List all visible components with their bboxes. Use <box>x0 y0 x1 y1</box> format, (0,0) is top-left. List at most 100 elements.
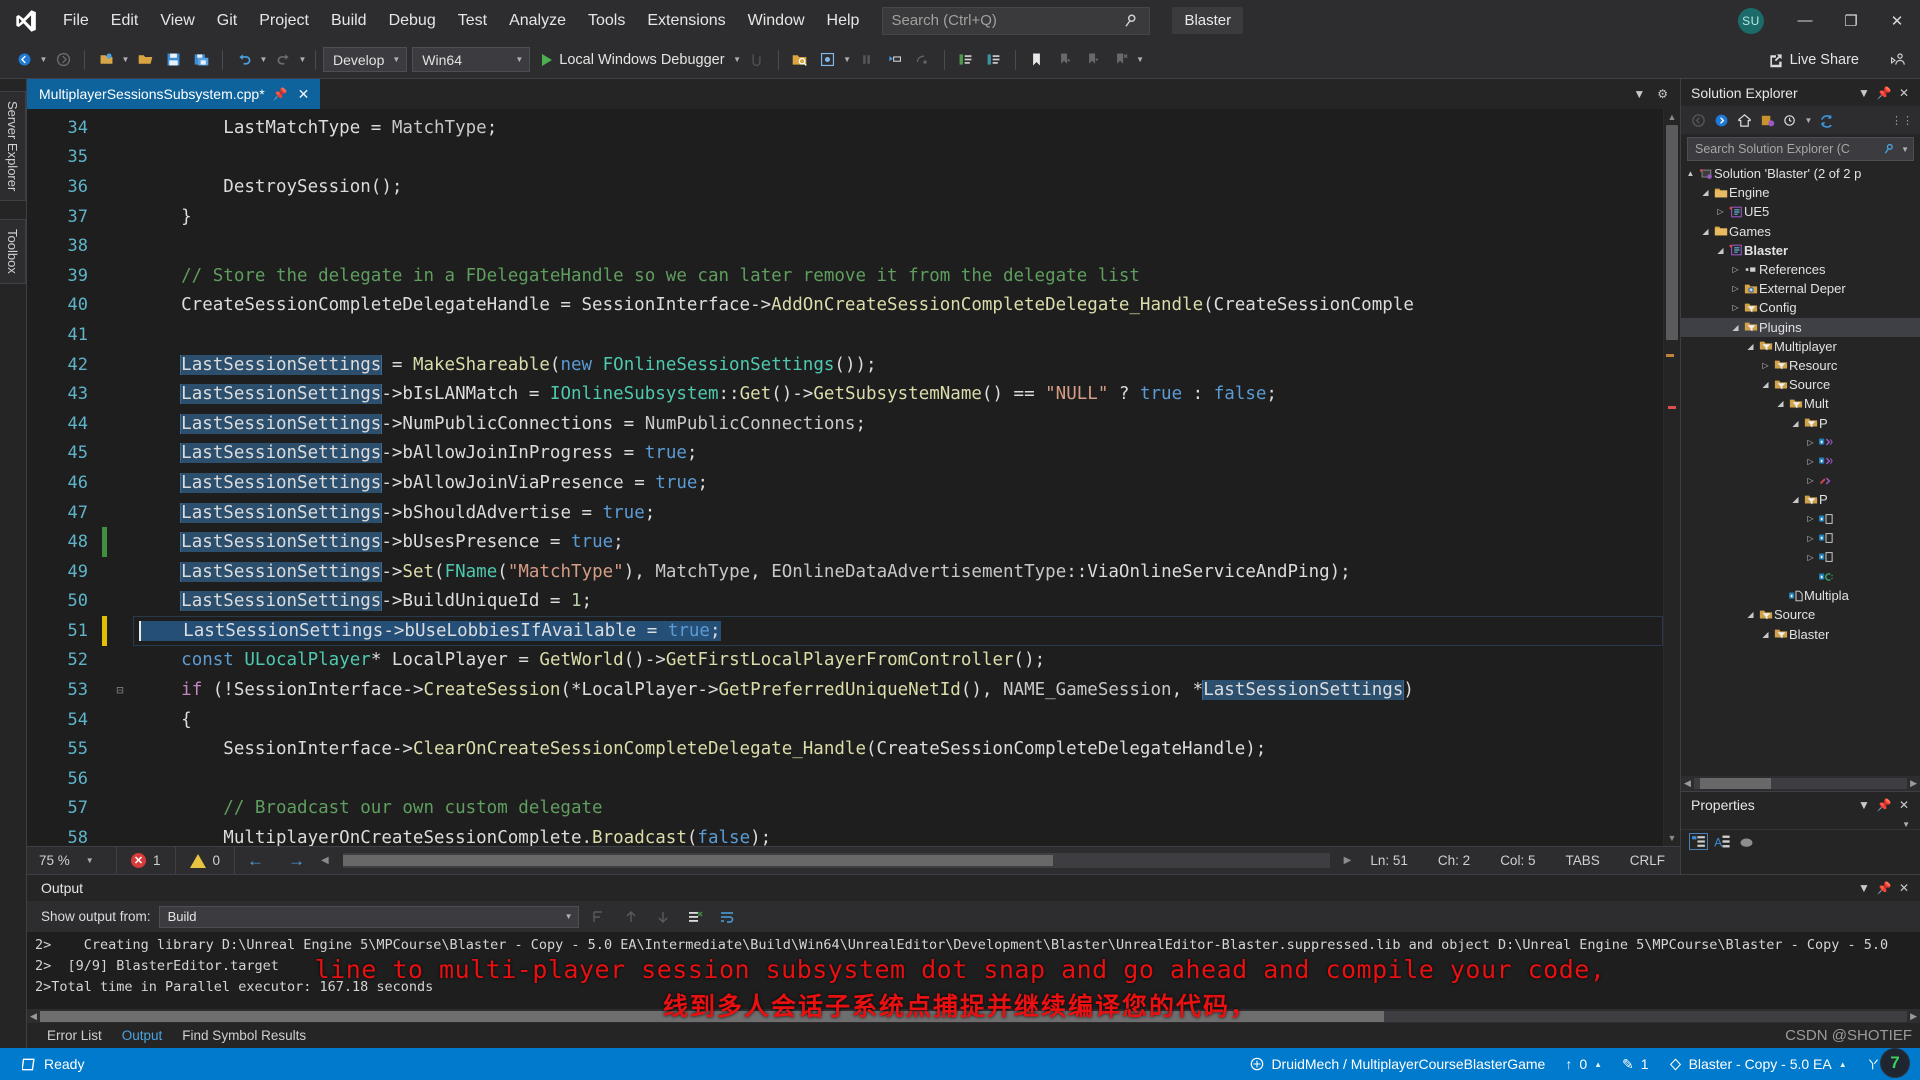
tree-node[interactable]: ◢Blaster <box>1681 625 1920 644</box>
expander-collapsed-icon[interactable]: ▷ <box>1759 361 1772 370</box>
tree-node[interactable]: ▷ <box>1681 471 1920 490</box>
expander-collapsed-icon[interactable]: ▷ <box>1804 457 1817 466</box>
editor-settings-gear-icon[interactable]: ⚙ <box>1657 87 1668 101</box>
expander-collapsed-icon[interactable]: ▷ <box>1804 438 1817 447</box>
back-icon[interactable] <box>1688 110 1709 131</box>
status-pending-changes[interactable]: ✎ 1 <box>1612 1056 1659 1073</box>
code-line[interactable]: 53⊟ if (!SessionInterface->CreateSession… <box>27 675 1663 705</box>
code-line-text[interactable]: LastSessionSettings->bUseLobbiesIfAvaila… <box>133 621 1663 641</box>
undo-icon[interactable] <box>231 47 257 73</box>
status-outgoing-commits[interactable]: ↑ 0 ▲ <box>1555 1056 1612 1072</box>
output-hscroll-thumb[interactable] <box>40 1011 1384 1022</box>
toggle-word-wrap-icon[interactable] <box>715 906 739 928</box>
editor-scroll-thumb[interactable] <box>1666 125 1678 340</box>
attach-process-icon[interactable] <box>744 47 770 73</box>
close-panel-icon[interactable]: ✕ <box>1894 86 1914 100</box>
run-target-caret[interactable]: ▼ <box>732 55 743 64</box>
tree-node[interactable]: ◢Games <box>1681 222 1920 241</box>
code-line[interactable]: 46 LastSessionSettings->bAllowJoinViaPre… <box>27 468 1663 498</box>
editor-vertical-scrollbar[interactable]: ▲ ▼ <box>1663 109 1680 846</box>
code-line[interactable]: 47 LastSessionSettings->bShouldAdvertise… <box>27 498 1663 528</box>
global-search-box[interactable] <box>882 7 1150 35</box>
code-line[interactable]: 40 CreateSessionCompleteDelegateHandle =… <box>27 291 1663 321</box>
minimize-button[interactable]: — <box>1782 0 1828 41</box>
code-line[interactable]: 57 // Broadcast our own custom delegate <box>27 794 1663 824</box>
feedback-icon[interactable] <box>1884 47 1910 73</box>
expander-collapsed-icon[interactable]: ▷ <box>1729 265 1742 274</box>
pin-icon[interactable]: 📌 <box>273 87 288 101</box>
tab-output[interactable]: Output <box>112 1023 173 1048</box>
forward-icon[interactable] <box>1711 110 1732 131</box>
menu-test[interactable]: Test <box>447 0 498 41</box>
scroll-down-arrow[interactable]: ▼ <box>1667 832 1677 844</box>
navigate-forward-icon[interactable]: → <box>276 851 317 871</box>
tree-node[interactable]: ▷Config <box>1681 298 1920 317</box>
solution-configuration-combo[interactable]: Develop ▼ <box>323 47 407 72</box>
output-source-chevron-icon[interactable]: ▼ <box>565 912 573 921</box>
live-preview-caret[interactable]: ▼ <box>842 55 853 64</box>
code-line[interactable]: 41 <box>27 320 1663 350</box>
code-line-text[interactable]: LastMatchType = MatchType; <box>133 118 1663 138</box>
code-line-text[interactable]: LastSessionSettings->Set(FName("MatchTyp… <box>133 562 1663 582</box>
code-line-text[interactable]: LastSessionSettings->bAllowJoinViaPresen… <box>133 473 1663 493</box>
menu-bar[interactable]: File Edit View Git Project Build Debug T… <box>52 0 870 41</box>
hscroll-right-arrow[interactable]: ▶ <box>1344 855 1352 866</box>
tree-node[interactable]: ◢Blaster <box>1681 241 1920 260</box>
new-project-icon[interactable] <box>93 47 119 73</box>
expander-expanded-icon[interactable]: ◢ <box>1699 227 1712 236</box>
tab-find-symbol-results[interactable]: Find Symbol Results <box>172 1023 316 1048</box>
code-line[interactable]: 48 LastSessionSettings->bUsesPresence = … <box>27 527 1663 557</box>
redo-icon[interactable] <box>270 47 296 73</box>
tree-node[interactable]: ▲Solution 'Blaster' (2 of 2 p <box>1681 164 1920 183</box>
code-line-text[interactable]: // Broadcast our own custom delegate <box>133 798 1663 818</box>
show-all-files-caret[interactable]: ▼ <box>1803 116 1814 125</box>
alphabetical-view-icon[interactable]: A <box>1713 833 1732 850</box>
tree-node[interactable]: ▷UE5 <box>1681 202 1920 221</box>
back-dropdown-caret[interactable]: ▼ <box>38 55 49 64</box>
code-line-text[interactable]: LastSessionSettings = MakeShareable(new … <box>133 355 1663 375</box>
expander-expanded-icon[interactable]: ◢ <box>1714 246 1727 255</box>
tree-node[interactable] <box>1681 567 1920 586</box>
expander-expanded-icon[interactable]: ◢ <box>1789 419 1802 428</box>
tab-error-list[interactable]: Error List <box>37 1023 112 1048</box>
bookmark-icon[interactable] <box>1024 47 1050 73</box>
home-icon[interactable] <box>1734 110 1755 131</box>
toolbar-overflow-icon[interactable]: ⋮⋮ <box>1891 114 1913 127</box>
tree-node[interactable]: ▷ <box>1681 548 1920 567</box>
live-share-button[interactable]: Live Share <box>1760 49 1867 71</box>
menu-project[interactable]: Project <box>248 0 320 41</box>
menu-analyze[interactable]: Analyze <box>498 0 577 41</box>
output-hscroll-track[interactable] <box>40 1011 1907 1022</box>
next-bookmark-icon[interactable] <box>1052 47 1078 73</box>
clear-output-icon[interactable] <box>683 906 707 928</box>
code-line[interactable]: 55 SessionInterface->ClearOnCreateSessio… <box>27 734 1663 764</box>
code-line[interactable]: 54 { <box>27 705 1663 735</box>
zoom-chevron-down-icon[interactable]: ▼ <box>86 856 94 865</box>
show-all-files-icon[interactable] <box>1780 110 1801 131</box>
expander-collapsed-icon[interactable]: ▷ <box>1804 534 1817 543</box>
tree-node[interactable]: ▷ <box>1681 509 1920 528</box>
output-text[interactable]: 2> Creating library D:\Unreal Engine 5\M… <box>27 932 1920 1009</box>
maximize-button[interactable]: ❐ <box>1828 0 1874 41</box>
tree-node[interactable]: Multipla <box>1681 586 1920 605</box>
tree-hscroll-thumb[interactable] <box>1700 778 1770 789</box>
editor-horizontal-scroll-wrap[interactable]: ◀ ▶ <box>317 847 1355 874</box>
start-debug-button[interactable]: Local Windows Debugger <box>535 47 731 73</box>
forward-navigate-icon[interactable] <box>50 47 76 73</box>
output-menu-chevron-icon[interactable]: ▼ <box>1854 881 1874 895</box>
tab-list-chevron-icon[interactable]: ▼ <box>1633 87 1645 101</box>
code-line[interactable]: 37 } <box>27 202 1663 232</box>
expander-expanded-icon[interactable]: ◢ <box>1744 342 1757 351</box>
output-source-combo[interactable]: Build ▼ <box>159 906 579 928</box>
code-line-text[interactable]: // Store the delegate in a FDelegateHand… <box>133 266 1663 286</box>
toolbar-overflow-caret[interactable]: ▼ <box>1135 55 1146 64</box>
code-line[interactable]: 44 LastSessionSettings->NumPublicConnect… <box>27 409 1663 439</box>
code-line-text[interactable]: LastSessionSettings->bShouldAdvertise = … <box>133 503 1663 523</box>
status-branch[interactable]: Blaster - Copy - 5.0 EA ▲ <box>1659 1056 1857 1072</box>
code-line[interactable]: 49 LastSessionSettings->Set(FName("Match… <box>27 557 1663 587</box>
code-editor[interactable]: 34 LastMatchType = MatchType;3536 Destro… <box>27 109 1680 846</box>
tree-hscroll-left-arrow[interactable]: ◀ <box>1684 778 1691 789</box>
sidebar-tab-toolbox[interactable]: Toolbox <box>0 219 26 284</box>
open-file-icon[interactable] <box>132 47 158 73</box>
editor-zoom-combo[interactable]: 75 % ▼ <box>27 847 117 874</box>
